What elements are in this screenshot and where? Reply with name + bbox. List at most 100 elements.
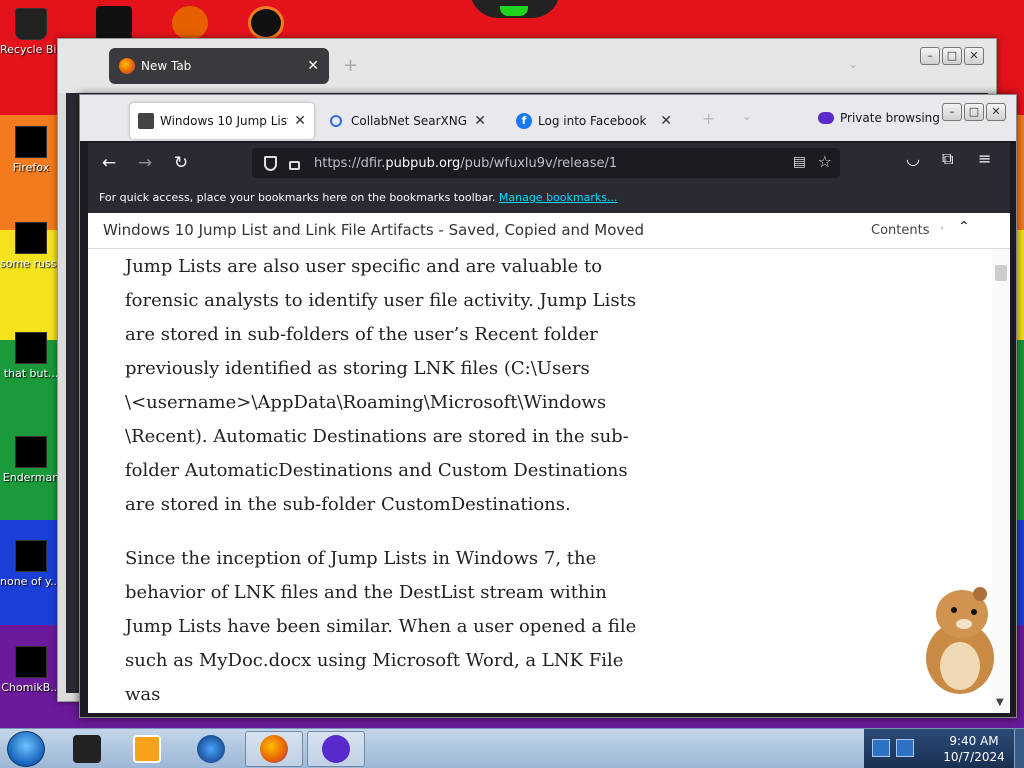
bookmarks-hint-text: For quick access, place your bookmarks h… [99,191,496,204]
file-icon [15,222,47,254]
desktop-icon-firefox[interactable]: Firefox [0,126,62,175]
page-title: Windows 10 Jump List and Link File Artif… [103,221,645,239]
tab-active[interactable]: Windows 10 Jump List a ✕ [130,103,314,139]
tab-title: CollabNet SearXNG [351,114,468,128]
firefox-icon [260,735,288,763]
desktop-top-icon[interactable] [248,6,284,40]
firefox-icon [119,58,135,74]
manage-bookmarks-link[interactable]: Manage bookmarks... [499,191,618,204]
close-tab-icon[interactable]: ✕ [307,58,319,74]
desktop-icon-label: some russ... ran a ra... [0,257,62,270]
show-desktop-button[interactable] [1014,729,1024,768]
close-button[interactable]: ✕ [986,103,1006,121]
article-paragraph: Since the inception of Jump Lists in Win… [125,548,637,705]
header-separator: · [940,222,945,237]
url-text[interactable]: https://dfir.pubpub.org/pub/wfuxlu9v/rel… [314,156,617,171]
clock[interactable]: 9:40 AM 10/7/2024 [934,733,1014,765]
file-icon [15,540,47,572]
close-button[interactable]: ✕ [964,47,984,65]
desktop-top-icon[interactable] [96,6,132,40]
taskbar-item[interactable] [58,731,116,767]
clock-date: 10/7/2024 [943,750,1005,764]
maximize-button[interactable]: □ [964,103,984,121]
tab-title: Log into Facebook [538,114,647,128]
reload-button[interactable]: ↻ [166,148,196,178]
scrollbar-thumb[interactable] [995,265,1007,281]
tray-icons [872,739,914,757]
start-button[interactable] [7,731,45,767]
private-mask-icon [818,112,834,124]
private-browsing-label: Private browsing [840,111,940,125]
desktop-icon-label: Recycle Bin [0,43,62,56]
taskbar-item[interactable] [182,731,240,767]
back-button[interactable]: ← [94,148,124,178]
tab-title: New Tab [141,59,192,73]
app-black-icon [73,735,101,763]
firefox-icon [15,126,47,158]
desktop-icon-label: that but... [3,367,59,380]
browser-window[interactable]: Windows 10 Jump List a ✕ CollabNet SearX… [79,94,1017,718]
forward-button[interactable]: → [130,148,160,178]
address-bar[interactable]: https://dfir.pubpub.org/pub/wfuxlu9v/rel… [252,148,840,178]
tab-title: Windows 10 Jump List a [160,114,288,128]
tab-searxng[interactable]: CollabNet SearXNG ✕ [322,103,494,139]
search-icon [330,115,342,127]
hamster-eye [971,609,977,615]
hamster-sticker [926,587,994,694]
volume-icon[interactable] [896,739,914,757]
bookmark-star-icon[interactable]: ☆ [818,152,832,171]
desktop-icon-recycle-bin[interactable]: Recycle Bin [0,8,62,57]
navigation-toolbar: ← → ↻ https://dfir.pubpub.org/pub/wfuxlu… [88,143,1010,183]
minimize-button[interactable]: – [942,103,962,121]
hamster-eye [951,607,957,613]
collapse-header-chevron-icon[interactable]: ⌃ [958,219,970,235]
tab-bar: Windows 10 Jump List a ✕ CollabNet SearX… [80,95,1016,141]
hamster-ear [973,587,987,601]
extensions-icon[interactable]: ⧉ [942,149,953,169]
bookmarks-toolbar: For quick access, place your bookmarks h… [88,183,1010,213]
desktop-icon-that[interactable]: that but... [0,332,62,381]
contents-button[interactable]: Contents [871,223,929,238]
close-tab-icon[interactable]: ✕ [294,113,306,129]
desktop-icon-chomik[interactable]: ChomikB... [0,646,62,695]
desktop-icon-label: Firefox [12,161,50,174]
page-content: Windows 10 Jump List and Link File Artif… [88,213,1010,713]
system-tray: 9:40 AM 10/7/2024 [864,729,1024,768]
desktop-icon-label: ChomikB... [1,681,61,694]
file-icon [15,646,47,678]
media-player-icon [133,735,161,763]
network-icon[interactable] [872,739,890,757]
clock-time: 9:40 AM [949,734,999,748]
taskbar-item-private-firefox[interactable] [307,731,365,767]
window-controls: – □ ✕ [920,47,984,65]
tab-list-chevron-icon[interactable]: ⌄ [742,109,752,123]
tracking-protection-shield-icon[interactable] [264,155,277,171]
new-tab-button[interactable]: + [702,109,715,128]
desktop-top-icon[interactable] [172,6,208,40]
desktop-icon-none[interactable]: none of y... retards kn... [0,540,62,589]
close-tab-icon[interactable]: ✕ [474,113,486,129]
taskbar-item[interactable] [118,731,176,767]
desktop-icon-video[interactable]: some russ... ran a ra... [0,222,62,271]
desktop-icon-enderman[interactable]: Enderman [0,436,62,485]
taskbar-item-firefox[interactable] [245,731,303,767]
file-icon [15,332,47,364]
scroll-down-arrow-icon[interactable]: ▼ [996,697,1004,708]
desktop-icon-label: Enderman [2,471,60,484]
article-body: Jump Lists are also user specific and ar… [125,250,645,713]
reader-view-icon[interactable]: ▤ [793,154,806,170]
maximize-button[interactable]: □ [942,47,962,65]
minimize-button[interactable]: – [920,47,940,65]
tab-new-tab[interactable]: New Tab ✕ [109,48,329,84]
tab-list-chevron-icon[interactable]: ⌄ [848,57,858,71]
close-tab-icon[interactable]: ✕ [660,113,672,129]
tab-facebook[interactable]: f Log into Facebook ✕ [508,103,680,139]
pocket-icon[interactable]: ◡ [906,149,920,168]
file-icon [15,436,47,468]
menu-hamburger-icon[interactable]: ≡ [978,149,991,168]
new-tab-button[interactable]: + [343,55,358,76]
lock-icon[interactable] [289,160,300,170]
hamster-snout [956,619,972,629]
recycle-bin-icon [15,8,47,40]
facebook-icon: f [516,113,532,129]
